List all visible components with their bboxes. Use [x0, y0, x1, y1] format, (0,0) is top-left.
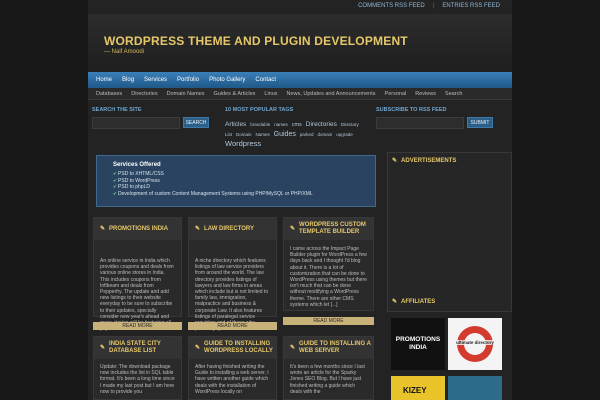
cat-personal[interactable]: Personal [385, 91, 407, 97]
top-links: COMMENTS RSS FEED | ENTRIES RSS FEED [358, 3, 500, 9]
site-header: WORDPRESS THEME AND PLUGIN DEVELOPMENT —… [88, 14, 512, 72]
post-title[interactable]: GUIDE TO INSTALLING A WEB SERVER [299, 341, 373, 355]
affiliate-promotions-india[interactable]: PROMOTIONS INDIA [391, 318, 445, 370]
nav-portfolio[interactable]: Portfolio [177, 77, 199, 83]
nav-home[interactable]: Home [96, 77, 112, 83]
pin-icon: ✎ [290, 225, 296, 232]
post-card: ✎ INDIA STATE CITY DATABASE LIST Update: … [93, 336, 182, 400]
subscribe-button[interactable]: SUBMIT [467, 117, 493, 128]
advertisements-heading: ✎ ADVERTISEMENTS [392, 157, 457, 165]
tag[interactable]: Guides [274, 131, 296, 138]
top-links-separator: | [432, 3, 435, 9]
main-nav: Home Blog Services Portfolio Photo Galle… [88, 72, 512, 88]
tag[interactable]: List [225, 132, 232, 137]
subscribe-email-input[interactable] [376, 117, 464, 129]
post-title[interactable]: INDIA STATE CITY DATABASE LIST [109, 341, 181, 355]
affiliate-label: PROMOTIONS INDIA [395, 336, 441, 351]
post-excerpt: Update: The download package now include… [100, 364, 175, 395]
cat-databases[interactable]: Databases [96, 91, 122, 97]
subscribe-heading: SUBSCRIBE TO RSS FEED [376, 107, 447, 113]
tag-cloud: Articles brandable names cms Directories… [225, 120, 365, 149]
nav-services[interactable]: Services [144, 77, 167, 83]
post-excerpt: I came across the Impact Page Builder pl… [290, 246, 367, 308]
affiliate-label: ultimate directory [450, 340, 500, 345]
pin-icon: ✎ [100, 225, 106, 232]
tag[interactable]: upgrade [336, 132, 353, 137]
pin-icon: ✎ [100, 344, 106, 351]
tag[interactable]: domain [318, 132, 333, 137]
cat-news[interactable]: News, Updates and Announcements [287, 91, 376, 97]
nav-photo-gallery[interactable]: Photo Gallery [209, 77, 245, 83]
advertisements-label: ADVERTISEMENTS [401, 157, 457, 164]
tag[interactable]: brandable [250, 122, 270, 127]
tag[interactable]: Names [255, 132, 269, 137]
post-card: ✎ LAW DIRECTORY A niche directory which f… [188, 217, 277, 332]
read-more-button[interactable]: READ MORE [93, 322, 182, 330]
affiliate-label: KIZEY [403, 386, 427, 395]
affiliate-kizey[interactable]: KIZEY [391, 376, 445, 400]
read-more-button[interactable]: READ MORE [283, 317, 374, 325]
affiliate-ultimate-directory[interactable]: ultimate directory [448, 318, 502, 370]
pin-icon: ✎ [392, 299, 398, 305]
pin-icon: ✎ [290, 344, 296, 351]
cat-directories[interactable]: Directories [131, 91, 157, 97]
right-background [512, 0, 600, 400]
affiliates-label: AFFILIATES [401, 298, 436, 305]
nav-contact[interactable]: Contact [255, 77, 276, 83]
tag[interactable]: names [274, 122, 288, 127]
pin-icon: ✎ [392, 158, 398, 164]
cat-guides[interactable]: Guides & Articles [214, 91, 256, 97]
post-title[interactable]: PROMOTIONS INDIA [109, 226, 168, 233]
tag[interactable]: Domain [236, 132, 252, 137]
tag[interactable]: Wordpress [225, 139, 261, 148]
read-more-button[interactable]: READ MORE [188, 322, 277, 330]
search-heading: SEARCH THE SITE [92, 107, 142, 113]
affiliate-banner[interactable] [448, 376, 502, 400]
tag[interactable]: parked [300, 132, 314, 137]
pin-icon: ✎ [195, 225, 201, 232]
search-button[interactable]: SEARCH [183, 117, 209, 128]
tag[interactable]: Articles [225, 121, 246, 128]
tag[interactable]: Directory [341, 122, 359, 127]
site-author: — Naif Amoodi [104, 49, 145, 55]
tags-heading: 10 MOST POPULAR TAGS [225, 107, 294, 113]
services-title: Services Offered [113, 162, 161, 168]
category-nav: Databases Directories Domain Names Guide… [88, 88, 512, 100]
advertisements-box [387, 152, 512, 312]
post-title[interactable]: WORDPRESS CUSTOM TEMPLATE BUILDER [299, 222, 373, 236]
cat-reviews[interactable]: Reviews [415, 91, 436, 97]
post-title[interactable]: LAW DIRECTORY [204, 226, 254, 233]
pin-icon: ✎ [195, 344, 201, 351]
site-title[interactable]: WORDPRESS THEME AND PLUGIN DEVELOPMENT [104, 34, 408, 48]
tag[interactable]: cms [292, 122, 302, 128]
post-card: ✎ WORDPRESS CUSTOM TEMPLATE BUILDER I cam… [283, 217, 374, 311]
service-item: Development of custom Content Management… [113, 191, 367, 198]
cat-linux[interactable]: Linux [264, 91, 277, 97]
cat-search[interactable]: Search [445, 91, 462, 97]
left-background [0, 0, 88, 400]
nav-blog[interactable]: Blog [122, 77, 134, 83]
search-input[interactable] [92, 117, 180, 129]
post-excerpt: It's been a few months since I last wrot… [290, 364, 365, 395]
post-card: ✎ GUIDE TO INSTALLING WORDPRESS LOCALLY A… [188, 336, 277, 400]
comments-rss-link[interactable]: COMMENTS RSS FEED [358, 3, 425, 9]
post-card: ✎ PROMOTIONS INDIA An online service in I… [93, 217, 182, 332]
cat-domain-names[interactable]: Domain Names [167, 91, 205, 97]
tag[interactable]: Directories [306, 121, 337, 128]
entries-rss-link[interactable]: ENTRIES RSS FEED [442, 3, 500, 9]
services-box: Services Offered PSD to XHTML/CSS PSD to… [96, 155, 376, 207]
affiliates-heading: ✎ AFFILIATES [392, 298, 436, 306]
post-card: ✎ GUIDE TO INSTALLING A WEB SERVER It's b… [283, 336, 374, 400]
post-excerpt: After having finished writing the Guide … [195, 364, 269, 395]
post-title[interactable]: GUIDE TO INSTALLING WORDPRESS LOCALLY [204, 341, 276, 355]
